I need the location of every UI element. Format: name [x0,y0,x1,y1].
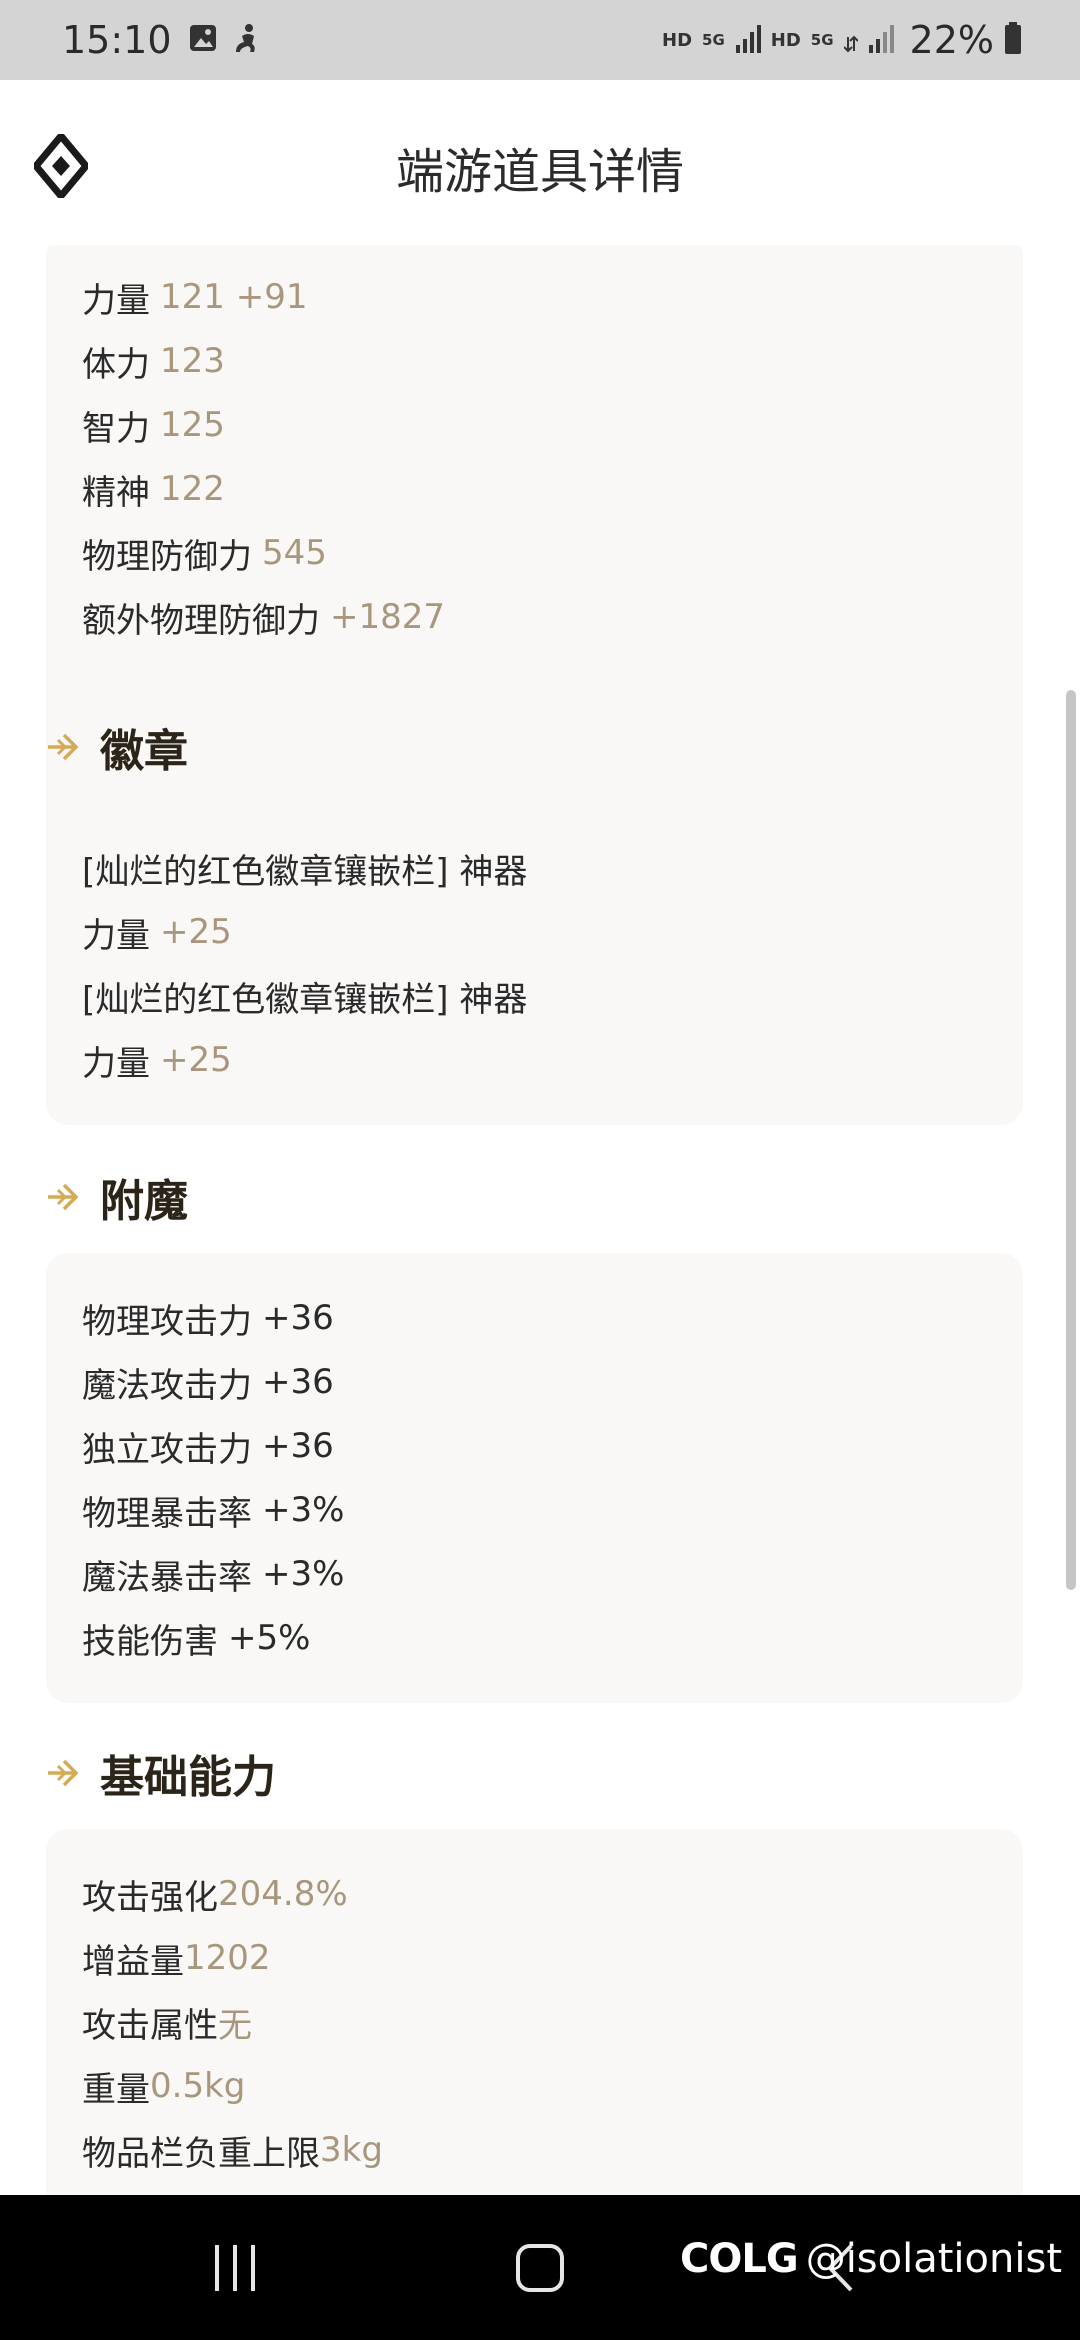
enchant-value: +36 [262,1298,334,1338]
colg-logo: COLG [680,2236,799,2282]
base-row: 增益量 1202 [82,1926,1023,1990]
base-value: 1202 [184,1938,271,1978]
base-card: 攻击强化 204.8% 增益量 1202 攻击属性无 重量 0.5kg 物品栏负重上限… [46,1829,1023,2195]
base-label: 重量 [82,2069,150,2110]
stat-row: 智力 125 [82,393,1023,457]
stat-label: 物理防御力 [82,536,252,577]
enchant-label: 物理暴击率 [82,1493,252,1534]
emblem-stat-value: +25 [160,1040,232,1080]
stat-label: 力量 [82,280,150,321]
content-scroll-area[interactable]: 力量 121 +91 体力 123 智力 125 精神 122 物理防御力 545 额外物… [0,245,1080,2195]
enchant-row: 独立攻击力 +36 [82,1414,1023,1478]
enchant-label: 魔法暴击率 [82,1557,252,1598]
enchant-card: 物理攻击力 +36 魔法攻击力 +36 独立攻击力 +36 物理暴击率 +3% 魔法暴击… [46,1253,1023,1703]
network-type-2: 5G [810,31,834,49]
enchant-label: 物理攻击力 [82,1301,252,1342]
network-type: 5G [702,31,725,49]
base-label: 物品栏负重上限 [82,2133,320,2174]
stat-row: 力量 121 +91 [82,265,1023,329]
base-value: 0.5kg [150,2066,246,2106]
stat-label: 额外物理防御力 [82,600,320,641]
battery-percent: 22% [909,18,994,62]
stat-value: 121 +91 [160,277,308,317]
emblem-slot-label: [灿烂的红色徽章镶嵌栏] 神器 [82,851,528,892]
arrow-right-icon [48,733,79,761]
battery-icon [1004,22,1022,58]
enchant-row: 物理暴击率 +3% [82,1478,1023,1542]
enchant-value: +36 [262,1362,334,1402]
enchant-label: 独立攻击力 [82,1429,252,1470]
home-button[interactable] [500,2195,580,2340]
signal-icon [735,23,761,57]
enchant-value: +3% [262,1554,345,1594]
base-value: 204.8% [218,1874,348,1914]
emblem-row: 力量 +25 [82,900,1023,964]
stat-row: 额外物理防御力 +1827 [82,585,1023,649]
enchant-row: 魔法暴击率 +3% [82,1542,1023,1606]
base-row: 物品栏负重上限 3kg [82,2118,1023,2182]
watermark-username: @isolationist [805,2236,1062,2282]
enchant-section-header: 附魔 [46,1165,188,1229]
enchant-value: +5% [228,1618,311,1658]
hd-label: HD [662,29,693,51]
enchant-row: 魔法攻击力 +36 [82,1350,1023,1414]
stat-label: 体力 [82,344,150,385]
signal-icon-2 [868,23,894,57]
base-label: 攻击强化 [82,1877,218,1918]
gallery-icon [188,23,218,57]
data-transfer-icon [842,23,859,57]
app-header: 端游道具详情 [0,80,1080,245]
enchant-row: 技能伤害 +5% [82,1606,1023,1670]
enchant-label: 魔法攻击力 [82,1365,252,1406]
status-bar: 15:10 HD 5G HD 5G 22% [0,0,1080,80]
stat-label: 精神 [82,472,150,513]
base-label: 攻击属性 [82,2005,218,2046]
emblem-stat-label: 力量 [82,915,150,956]
stat-value: +1827 [330,597,446,637]
emblem-row: [灿烂的红色徽章镶嵌栏] 神器 [82,836,1023,900]
emblem-row: 力量 +25 [82,1028,1023,1092]
stat-label: 智力 [82,408,150,449]
base-row: 攻击强化 204.8% [82,1862,1023,1926]
status-time: 15:10 [62,18,172,62]
stat-row: 体力 123 [82,329,1023,393]
stat-row: 物理防御力 545 [82,521,1023,585]
base-row: 重量 0.5kg [82,2054,1023,2118]
home-icon [516,2243,564,2292]
stat-value: 123 [160,341,225,381]
arrow-right-icon [48,1759,79,1787]
enchant-value: +3% [262,1490,345,1530]
base-section-title: 基础能力 [100,1752,276,1803]
emblem-stat-label: 力量 [82,1043,150,1084]
enchant-value: +36 [262,1426,334,1466]
accessibility-icon [234,22,262,58]
emblem-slot-label: [灿烂的红色徽章镶嵌栏] 神器 [82,979,528,1020]
emblem-section-header: 徽章 [46,715,188,779]
stat-value: 125 [160,405,225,445]
status-left: 15:10 [62,18,262,62]
hd-label-2: HD [770,29,801,51]
enchant-section-title: 附魔 [100,1176,188,1227]
stat-value: 545 [262,533,327,573]
emblem-row: [灿烂的红色徽章镶嵌栏] 神器 [82,964,1023,1028]
scrollbar[interactable] [1066,690,1076,1590]
stat-row: 精神 122 [82,457,1023,521]
base-label: 增益量 [82,1941,184,1982]
base-row: 攻击属性无 [82,1990,1023,2054]
emblem-card: [灿烂的红色徽章镶嵌栏] 神器 力量 +25 [灿烂的红色徽章镶嵌栏] 神器 力量… [46,803,1023,1125]
base-value: 无 [218,2005,252,2046]
status-right: HD 5G HD 5G 22% [662,18,1022,62]
enchant-row: 物理攻击力 +36 [82,1286,1023,1350]
base-section-header: 基础能力 [46,1741,276,1805]
stat-value: 122 [160,469,225,509]
watermark: COLG @isolationist [680,2236,1062,2282]
base-value: 3kg [320,2130,383,2170]
emblem-section-title: 徽章 [100,726,188,777]
enchant-label: 技能伤害 [82,1621,218,1662]
recent-apps-button[interactable] [195,2195,275,2340]
recent-apps-icon [215,2244,255,2291]
arrow-right-icon [48,1183,79,1211]
page-title: 端游道具详情 [395,144,684,200]
emblem-stat-value: +25 [160,912,232,952]
